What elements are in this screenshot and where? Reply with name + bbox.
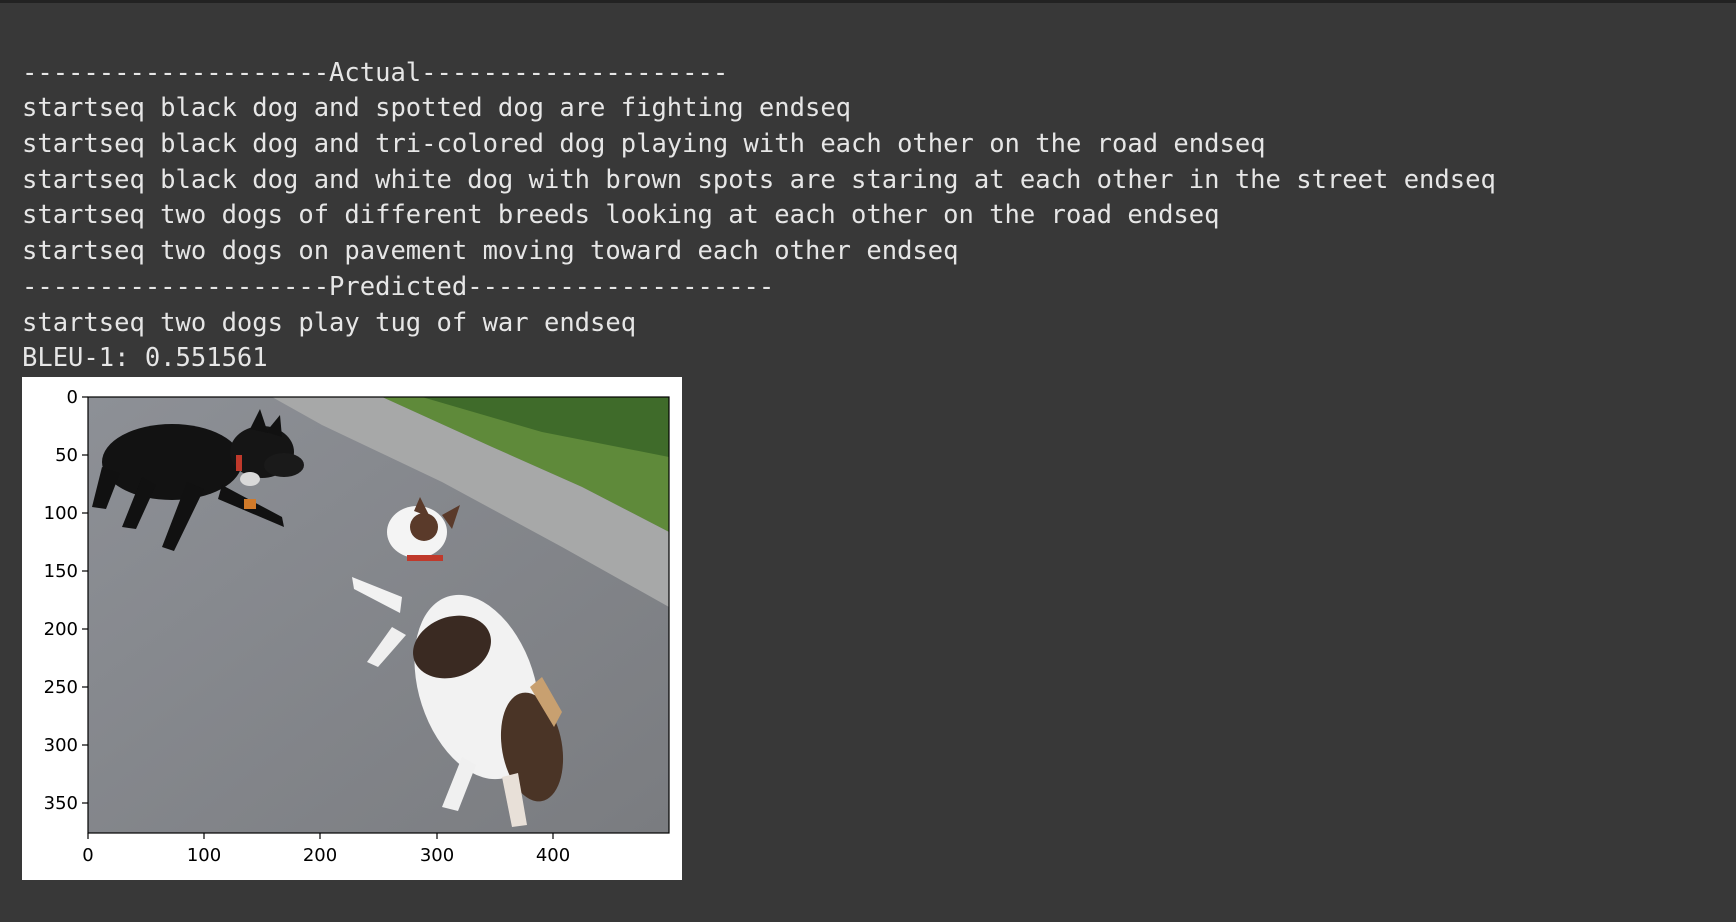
- predicted-caption: startseq two dogs play tug of war endseq: [22, 307, 637, 338]
- actual-caption: startseq black dog and tri-colored dog p…: [22, 129, 1266, 160]
- actual-caption: startseq two dogs on pavement moving tow…: [22, 236, 959, 267]
- x-tick-label: 100: [187, 845, 221, 866]
- y-tick-label: 350: [44, 793, 78, 814]
- predicted-header: --------------------Predicted-----------…: [22, 271, 775, 302]
- cell-top-border: [0, 0, 1736, 3]
- y-tick-label: 150: [44, 561, 78, 582]
- dog-photo: [88, 397, 669, 833]
- x-axis: 0 100 200 300 400: [82, 833, 570, 866]
- actual-header: --------------------Actual--------------…: [22, 57, 729, 88]
- x-tick-label: 300: [420, 845, 454, 866]
- y-tick-label: 300: [44, 735, 78, 756]
- x-tick-label: 0: [82, 845, 93, 866]
- y-axis: 0 50 100 150 200 250 300 350: [44, 387, 88, 814]
- actual-caption: startseq black dog and spotted dog are f…: [22, 93, 852, 124]
- y-tick-label: 250: [44, 677, 78, 698]
- x-tick-label: 200: [303, 845, 337, 866]
- image-plot-svg: 0 50 100 150 200 250 300 350 0 100 200 3…: [44, 387, 670, 866]
- actual-caption: startseq black dog and white dog with br…: [22, 164, 1496, 195]
- bleu-score: BLEU-1: 0.551561: [22, 343, 268, 374]
- y-tick-label: 50: [55, 445, 78, 466]
- actual-caption: startseq two dogs of different breeds lo…: [22, 200, 1220, 231]
- x-tick-label: 400: [536, 845, 570, 866]
- y-tick-label: 0: [67, 387, 78, 408]
- y-tick-label: 100: [44, 503, 78, 524]
- image-plot-figure: 0 50 100 150 200 250 300 350 0 100 200 3…: [22, 377, 682, 880]
- y-tick-label: 200: [44, 619, 78, 640]
